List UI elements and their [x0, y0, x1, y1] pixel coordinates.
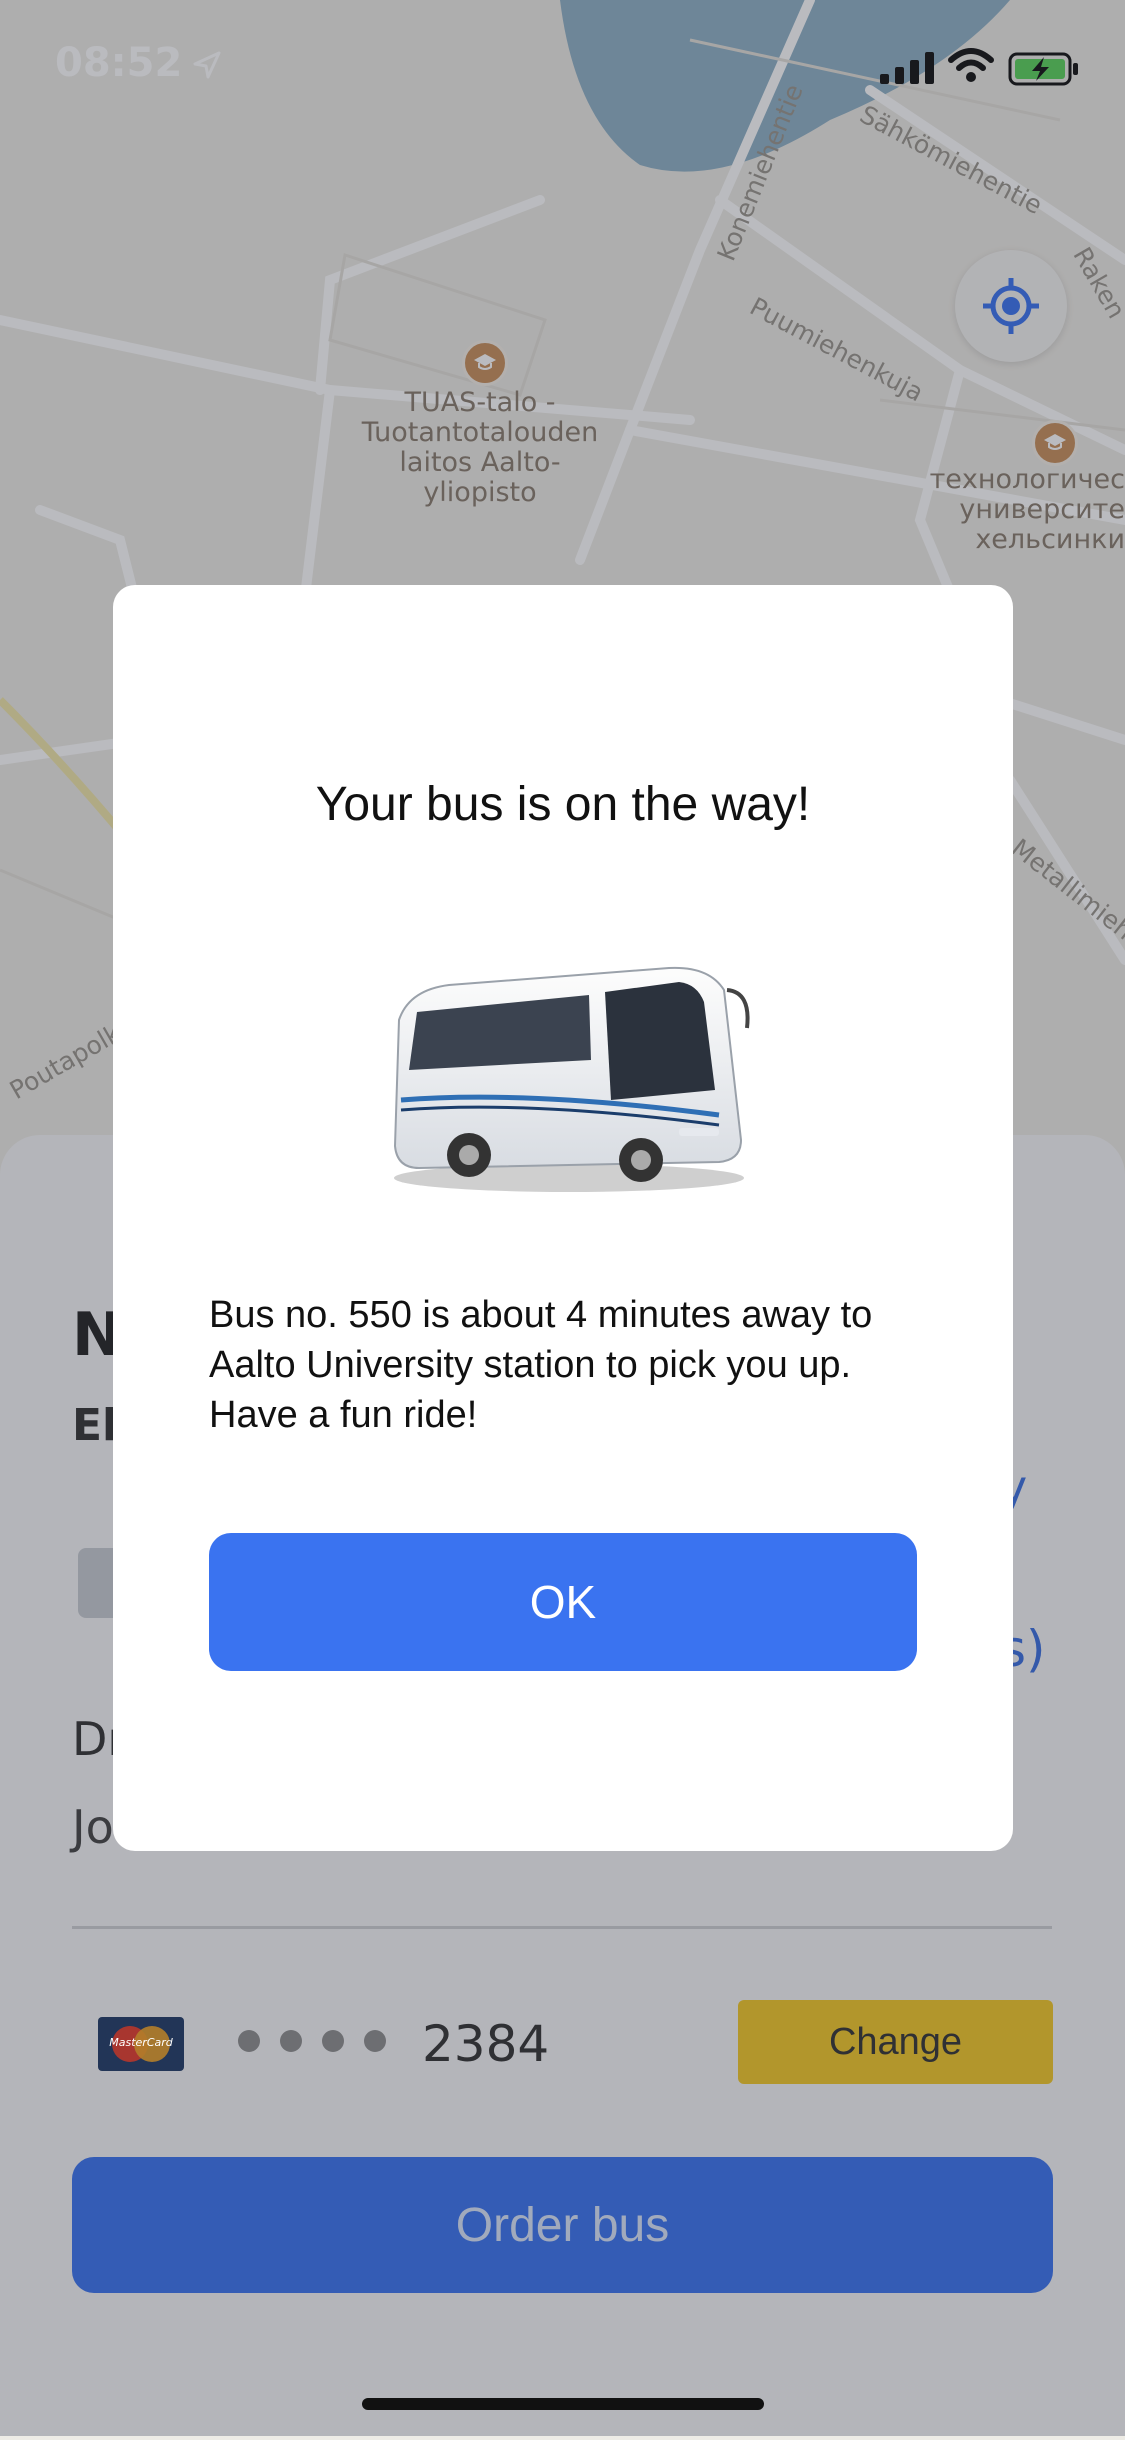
- dialog-title: Your bus is on the way!: [315, 778, 811, 831]
- bus-illustration: [393, 966, 750, 1192]
- dialog-message: Bus no. 550 is about 4 minutes away to A…: [209, 1294, 873, 1436]
- bus-arrival-dialog: Your bus is on the way! Bus no. 550 is a…: [113, 585, 1013, 1851]
- ok-button[interactable]: OK: [209, 1533, 917, 1671]
- card-brand-label: MasterCard: [109, 2036, 173, 2049]
- home-indicator[interactable]: [362, 2398, 764, 2410]
